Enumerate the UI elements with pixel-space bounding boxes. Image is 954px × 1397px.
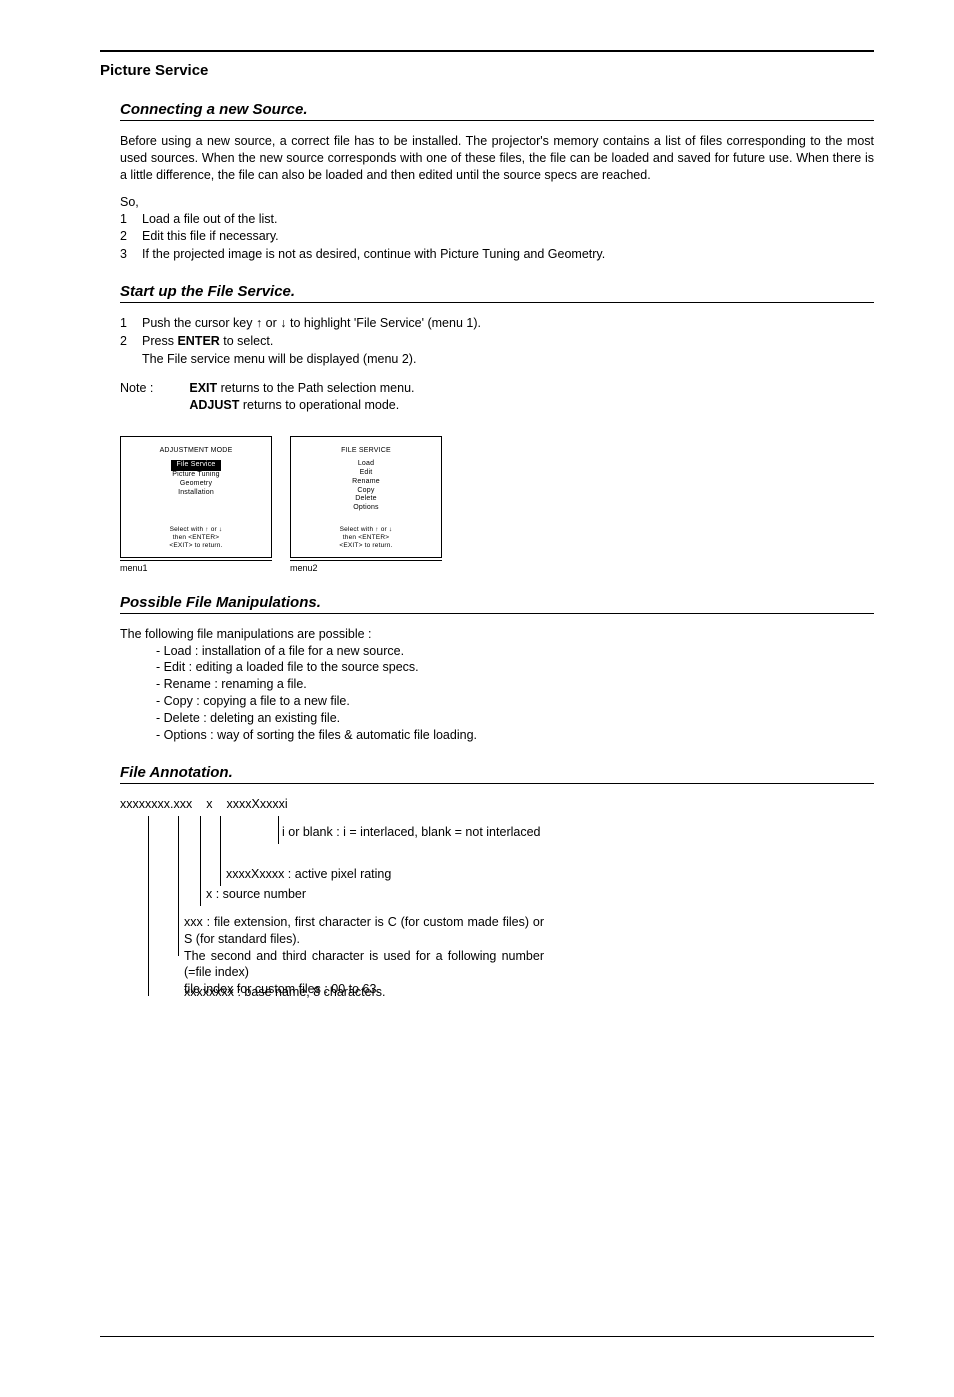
menu-2-box: FILE SERVICE Load Edit Rename Copy Delet… bbox=[290, 436, 442, 558]
menu-2-footer: Select with ↑ or ↓ then <ENTER> <EXIT> t… bbox=[291, 526, 441, 550]
note-body: EXIT returns to the Path selection menu.… bbox=[189, 380, 414, 414]
note-label: Note : bbox=[120, 380, 153, 414]
ann-basename: xxxxxxxx : base name, 8 characters. bbox=[184, 984, 385, 1001]
menu-2-item: Delete bbox=[355, 495, 376, 504]
menu-2-title: FILE SERVICE bbox=[341, 447, 391, 456]
menu-2-item: Rename bbox=[352, 478, 380, 487]
ann-pixel-rating: xxxxXxxxx : active pixel rating bbox=[226, 866, 391, 883]
step-3: If the projected image is not as desired… bbox=[142, 246, 605, 263]
page-title: Picture Service bbox=[100, 62, 874, 79]
menu-1-item: Geometry bbox=[180, 480, 212, 489]
startup-step-2: Press ENTER to select. bbox=[142, 333, 273, 350]
intro-paragraph: Before using a new source, a correct fil… bbox=[120, 133, 874, 184]
startup-step-2b: The File service menu will be displayed … bbox=[142, 351, 416, 368]
section-annotation-title: File Annotation. bbox=[120, 764, 874, 784]
startup-step-1: Push the cursor key ↑ or ↓ to highlight … bbox=[142, 315, 481, 332]
menu-1-footer: Select with ↑ or ↓ then <ENTER> <EXIT> t… bbox=[121, 526, 271, 550]
menu-1-item-selected: File Service bbox=[171, 460, 222, 471]
step-1: Load a file out of the list. bbox=[142, 211, 278, 228]
so-label: So, bbox=[120, 194, 874, 211]
file-annotation-diagram: xxxxxxxx.xxx x xxxxXxxxxi i or blank : i… bbox=[120, 796, 874, 1016]
menu-1-item: Installation bbox=[178, 489, 214, 498]
menu-1-caption: menu1 bbox=[120, 560, 272, 574]
section-connecting-title: Connecting a new Source. bbox=[120, 101, 874, 121]
menu-2-item: Edit bbox=[360, 469, 373, 478]
menu-2-caption: menu2 bbox=[290, 560, 442, 574]
menu-1-title: ADJUSTMENT MODE bbox=[160, 447, 233, 456]
ann-source-number: x : source number bbox=[206, 886, 306, 903]
menu-1-box: ADJUSTMENT MODE File Service Picture Tun… bbox=[120, 436, 272, 558]
manip-list: - Load : installation of a file for a ne… bbox=[156, 643, 874, 744]
section-manipulations-title: Possible File Manipulations. bbox=[120, 594, 874, 614]
menu-2-item: Copy bbox=[357, 487, 374, 496]
menu-2-item: Load bbox=[358, 460, 374, 469]
steps-list: 1Load a file out of the list. 2Edit this… bbox=[120, 211, 874, 264]
step-2: Edit this file if necessary. bbox=[142, 228, 279, 245]
ann-interlaced: i or blank : i = interlaced, blank = not… bbox=[282, 824, 542, 841]
menu-1-item: Picture Tuning bbox=[172, 471, 220, 480]
manip-intro: The following file manipulations are pos… bbox=[120, 626, 874, 643]
section-startup-title: Start up the File Service. bbox=[120, 283, 874, 303]
menu-2-item: Options bbox=[353, 504, 379, 513]
